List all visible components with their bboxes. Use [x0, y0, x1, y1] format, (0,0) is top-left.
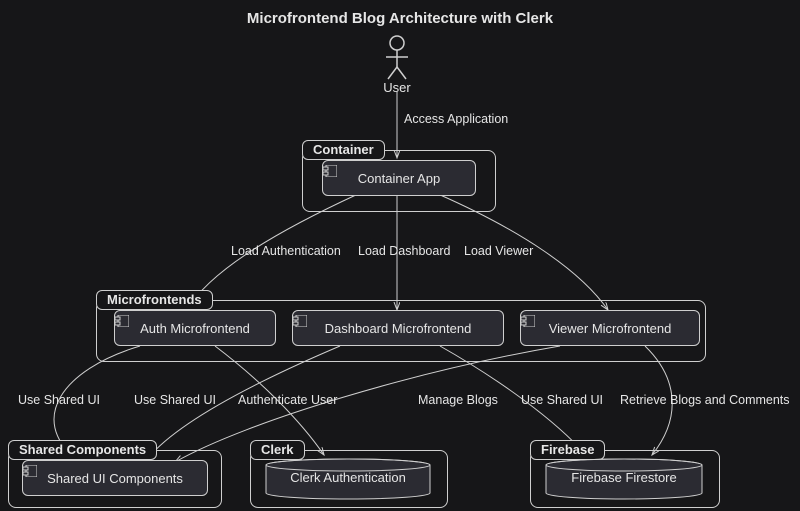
- component-icon: [521, 315, 535, 327]
- group-container-label: Container: [302, 140, 385, 160]
- node-container-app-label: Container App: [358, 171, 440, 186]
- component-icon: [323, 165, 337, 177]
- edge-authenticate-user: Authenticate User: [238, 393, 337, 407]
- edge-use-shared-ui-2: Use Shared UI: [134, 393, 216, 407]
- node-shared-ui-label: Shared UI Components: [47, 471, 183, 486]
- user-actor-icon: [382, 35, 412, 80]
- edge-retrieve-blogs: Retrieve Blogs and Comments: [620, 393, 790, 407]
- node-auth-mf-label: Auth Microfrontend: [140, 321, 250, 336]
- node-container-app: Container App: [322, 160, 476, 196]
- component-icon: [293, 315, 307, 327]
- node-firestore-label: Firebase Firestore: [544, 470, 704, 485]
- edge-use-shared-ui-3: Use Shared UI: [521, 393, 603, 407]
- edge-access-application: Access Application: [404, 112, 508, 126]
- edge-load-viewer: Load Viewer: [464, 244, 533, 258]
- node-dashboard-microfrontend: Dashboard Microfrontend: [292, 310, 504, 346]
- group-microfrontends-label: Microfrontends: [96, 290, 213, 310]
- group-shared-label: Shared Components: [8, 440, 157, 460]
- node-viewer-microfrontend: Viewer Microfrontend: [520, 310, 700, 346]
- node-shared-ui-components: Shared UI Components: [22, 460, 208, 496]
- component-icon: [115, 315, 129, 327]
- group-clerk-label: Clerk: [250, 440, 305, 460]
- component-icon: [23, 465, 37, 477]
- edge-use-shared-ui-1: Use Shared UI: [18, 393, 100, 407]
- node-auth-microfrontend: Auth Microfrontend: [114, 310, 276, 346]
- node-viewer-mf-label: Viewer Microfrontend: [549, 321, 672, 336]
- edge-load-authentication: Load Authentication: [231, 244, 341, 258]
- node-dash-mf-label: Dashboard Microfrontend: [325, 321, 472, 336]
- edge-manage-blogs: Manage Blogs: [418, 393, 498, 407]
- user-actor-label: User: [382, 80, 412, 95]
- node-clerk-label: Clerk Authentication: [264, 470, 432, 485]
- edge-load-dashboard: Load Dashboard: [358, 244, 450, 258]
- group-firebase-label: Firebase: [530, 440, 605, 460]
